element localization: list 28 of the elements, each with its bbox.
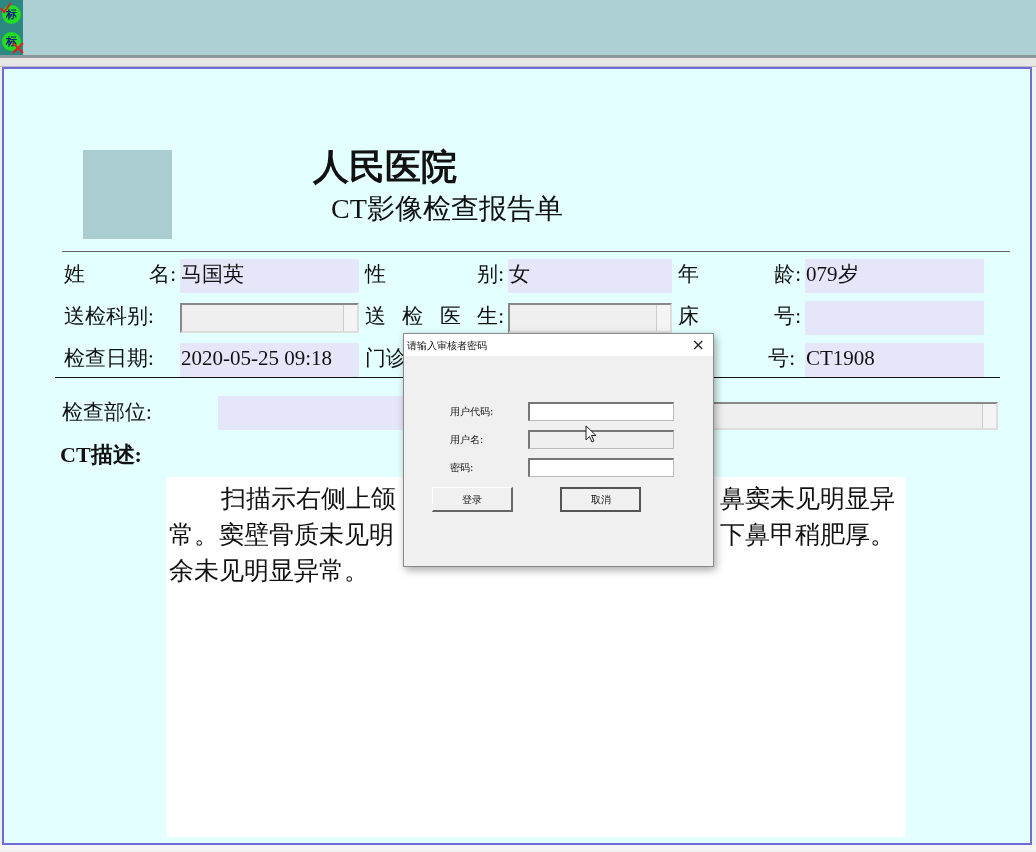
field-label: 号: xyxy=(774,303,801,330)
description-text: 下鼻甲稍肥厚。 xyxy=(720,520,895,551)
section-heading: CT描述: xyxy=(60,442,142,469)
description-text: 常。窦壁骨质未见明 xyxy=(169,520,394,551)
field-label: 检查部位: xyxy=(62,399,152,427)
field-label: 性 xyxy=(365,261,386,288)
field-label: 送检科别: xyxy=(64,303,154,330)
field-label: 密码: xyxy=(450,460,475,475)
field-label: 生: xyxy=(477,303,504,330)
description-text: 余未见明显异常。 xyxy=(169,556,369,587)
field-label: 检 xyxy=(402,303,424,330)
field-label: 姓 xyxy=(64,261,85,288)
field-label: 用户名: xyxy=(450,432,485,447)
description-text: 扫描示右侧上颌 xyxy=(221,484,396,515)
field-label: 送 xyxy=(365,303,386,330)
field-label: 别: xyxy=(477,261,504,288)
field-label: 医 xyxy=(439,303,461,330)
field-label: 号: xyxy=(768,345,795,372)
field-label: 床 xyxy=(678,303,699,330)
field-label: 龄: xyxy=(774,261,801,288)
field-label: 名: xyxy=(149,261,176,288)
field-label: 年 xyxy=(678,261,699,288)
description-text: 鼻窦未见明显异 xyxy=(720,484,895,515)
field-label: 检查日期: xyxy=(64,345,154,372)
hospital-name: 人民医院 xyxy=(313,148,458,188)
dialog-title: 请输入审核者密码 xyxy=(407,338,487,353)
field-label: 用户代码: xyxy=(450,404,495,419)
report-title: CT影像检查报告单 xyxy=(331,193,563,225)
